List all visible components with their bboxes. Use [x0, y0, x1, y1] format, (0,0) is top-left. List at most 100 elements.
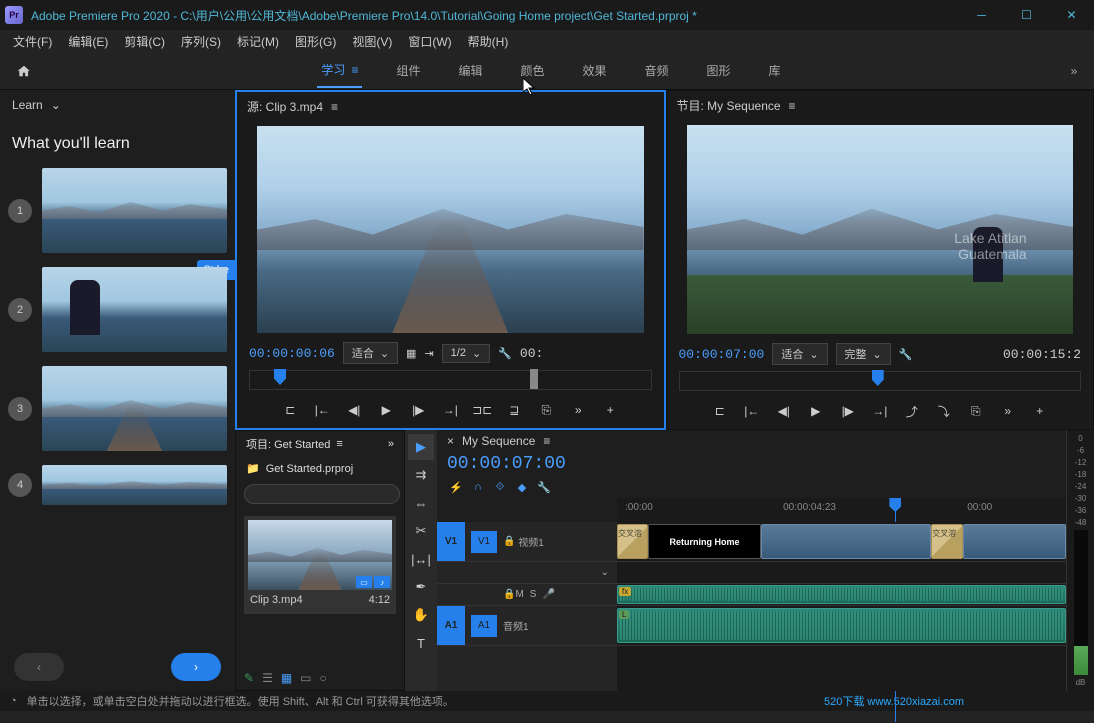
hand-tool[interactable]: ✋	[408, 602, 434, 628]
track-lock-icon[interactable]: 🔒	[503, 536, 515, 547]
video-clip-2[interactable]	[963, 524, 1066, 559]
menu-help[interactable]: 帮助(H)	[460, 31, 517, 52]
razor-tool[interactable]: ✂	[408, 518, 434, 544]
overwrite-button[interactable]: ⊒	[502, 398, 526, 422]
timeline-timecode[interactable]: 00:00:07:00	[447, 454, 566, 474]
pencil-icon[interactable]: ✎	[244, 671, 254, 685]
zoom-slider[interactable]: ○	[320, 671, 327, 685]
freeform-icon[interactable]: ▭	[300, 671, 311, 685]
program-fit-dropdown[interactable]: 适合 ⌄	[772, 343, 827, 365]
program-ruler[interactable]	[679, 371, 1082, 391]
track-v1-expand[interactable]: ⌄	[437, 562, 617, 584]
marker-icon[interactable]: ◆	[513, 478, 531, 496]
workspace-effects[interactable]: 效果	[579, 53, 611, 88]
insert-button[interactable]: ⊐⊏	[470, 398, 494, 422]
program-tc-in[interactable]: 00:00:07:00	[679, 347, 765, 362]
step-fwd-button[interactable]: |▶	[406, 398, 430, 422]
transition-clip-2[interactable]: 交叉溶	[931, 524, 962, 559]
learn-item-4[interactable]: 4	[8, 465, 227, 505]
transition-clip[interactable]: 交叉溶	[617, 524, 648, 559]
workspace-graphics[interactable]: 图形	[703, 53, 735, 88]
workspace-audio[interactable]: 音频	[641, 53, 673, 88]
workspace-overflow[interactable]: »	[1054, 64, 1094, 78]
step-back-button[interactable]: ◀|	[772, 399, 796, 423]
learn-item-2[interactable]: 2	[8, 267, 227, 352]
go-out-button[interactable]: →|	[438, 398, 462, 422]
mark-in-button[interactable]: ⊏	[278, 398, 302, 422]
play-button[interactable]: ▶	[374, 398, 398, 422]
source-tc-out[interactable]: 00:	[520, 346, 543, 361]
more-button[interactable]: »	[996, 399, 1020, 423]
play-button[interactable]: ▶	[804, 399, 828, 423]
list-view-icon[interactable]: ☰	[262, 671, 273, 685]
panel-menu-icon[interactable]: ≡	[336, 438, 342, 450]
panel-menu-icon[interactable]: ≡	[789, 99, 796, 113]
source-res-dropdown[interactable]: 1/2 ⌄	[442, 344, 491, 363]
chevron-down-icon[interactable]: ⌄	[51, 98, 61, 112]
step-back-button[interactable]: ◀|	[342, 398, 366, 422]
source-video[interactable]	[257, 126, 644, 333]
track-a1-controls[interactable]: 🔒 MS🎤	[437, 584, 617, 606]
learn-item-1[interactable]: 1	[8, 168, 227, 253]
lift-button[interactable]: ⤴	[900, 399, 924, 423]
home-button[interactable]	[0, 52, 48, 90]
wrench-icon[interactable]: 🔧	[498, 347, 512, 360]
video-clip[interactable]	[761, 524, 932, 559]
go-out-button[interactable]: →|	[868, 399, 892, 423]
link-icon[interactable]: ⟐	[491, 478, 509, 496]
extract-button[interactable]: ⤵	[932, 399, 956, 423]
learn-prev-button[interactable]: ‹	[14, 653, 64, 681]
program-tc-out[interactable]: 00:00:15:2	[1003, 347, 1081, 362]
learn-next-button[interactable]: ›	[171, 653, 221, 681]
audio-clip-upper[interactable]: fx	[617, 585, 1066, 604]
add-button[interactable]: +	[598, 398, 622, 422]
more-button[interactable]: »	[566, 398, 590, 422]
export-frame-button[interactable]: ⎘	[534, 398, 558, 422]
export-frame-button[interactable]: ⎘	[964, 399, 988, 423]
pen-tool[interactable]: ✒	[408, 574, 434, 600]
type-tool[interactable]: T	[408, 630, 434, 656]
menu-edit[interactable]: 编辑(E)	[60, 31, 116, 52]
source-ruler[interactable]	[249, 370, 652, 390]
workspace-assembly[interactable]: 组件	[392, 53, 424, 88]
menu-clip[interactable]: 剪辑(C)	[116, 31, 173, 52]
track-lock-icon[interactable]: 🔒	[503, 589, 515, 600]
title-clip[interactable]: Returning Home	[648, 524, 760, 559]
go-in-button[interactable]: |←	[310, 398, 334, 422]
maximize-button[interactable]: ☐	[1004, 0, 1049, 30]
add-button[interactable]: +	[1028, 399, 1052, 423]
icon-view-icon[interactable]: ▦	[281, 671, 292, 685]
go-in-button[interactable]: |←	[740, 399, 764, 423]
menu-graphics[interactable]: 图形(G)	[287, 31, 344, 52]
audio-clip[interactable]: L	[617, 608, 1066, 643]
menu-window[interactable]: 窗口(W)	[400, 31, 459, 52]
panel-menu-icon[interactable]: ≡	[543, 434, 550, 448]
ripple-tool[interactable]: ⇔	[408, 490, 434, 516]
workspace-libraries[interactable]: 库	[765, 53, 785, 88]
insert-icon[interactable]: ⇥	[424, 347, 433, 360]
menu-marker[interactable]: 标记(M)	[229, 31, 287, 52]
learn-item-3[interactable]: 3	[8, 366, 227, 451]
wrench-icon[interactable]: 🔧	[899, 348, 913, 361]
track-select-tool[interactable]: ⇉	[408, 462, 434, 488]
source-fit-dropdown[interactable]: 适合 ⌄	[343, 342, 398, 364]
close-button[interactable]: ✕	[1049, 0, 1094, 30]
project-search-input[interactable]	[244, 484, 400, 504]
close-icon[interactable]: ×	[447, 434, 454, 448]
menu-sequence[interactable]: 序列(S)	[173, 31, 229, 52]
source-tc-in[interactable]: 00:00:00:06	[249, 346, 335, 361]
magnet-icon[interactable]: ∩	[469, 478, 487, 496]
slip-tool[interactable]: |↔|	[408, 546, 434, 572]
workspace-color[interactable]: 颜色	[516, 53, 548, 88]
overflow-icon[interactable]: »	[388, 438, 394, 450]
track-a1-header[interactable]: A1 A1 音频1	[437, 606, 617, 646]
snap-icon[interactable]: ⚡	[447, 478, 465, 496]
mic-icon[interactable]: 🎤	[542, 589, 554, 600]
timeline-ruler[interactable]: :00:00 00:00:04:23 00:00	[617, 498, 1066, 522]
minimize-button[interactable]: ─	[959, 0, 1004, 30]
workspace-editing[interactable]: 编辑	[454, 53, 486, 88]
track-v1-header[interactable]: V1 V1 🔒 视频1	[437, 522, 617, 562]
program-video[interactable]: Lake AtitlanGuatemala	[687, 125, 1074, 334]
step-fwd-button[interactable]: |▶	[836, 399, 860, 423]
menu-file[interactable]: 文件(F)	[5, 31, 60, 52]
